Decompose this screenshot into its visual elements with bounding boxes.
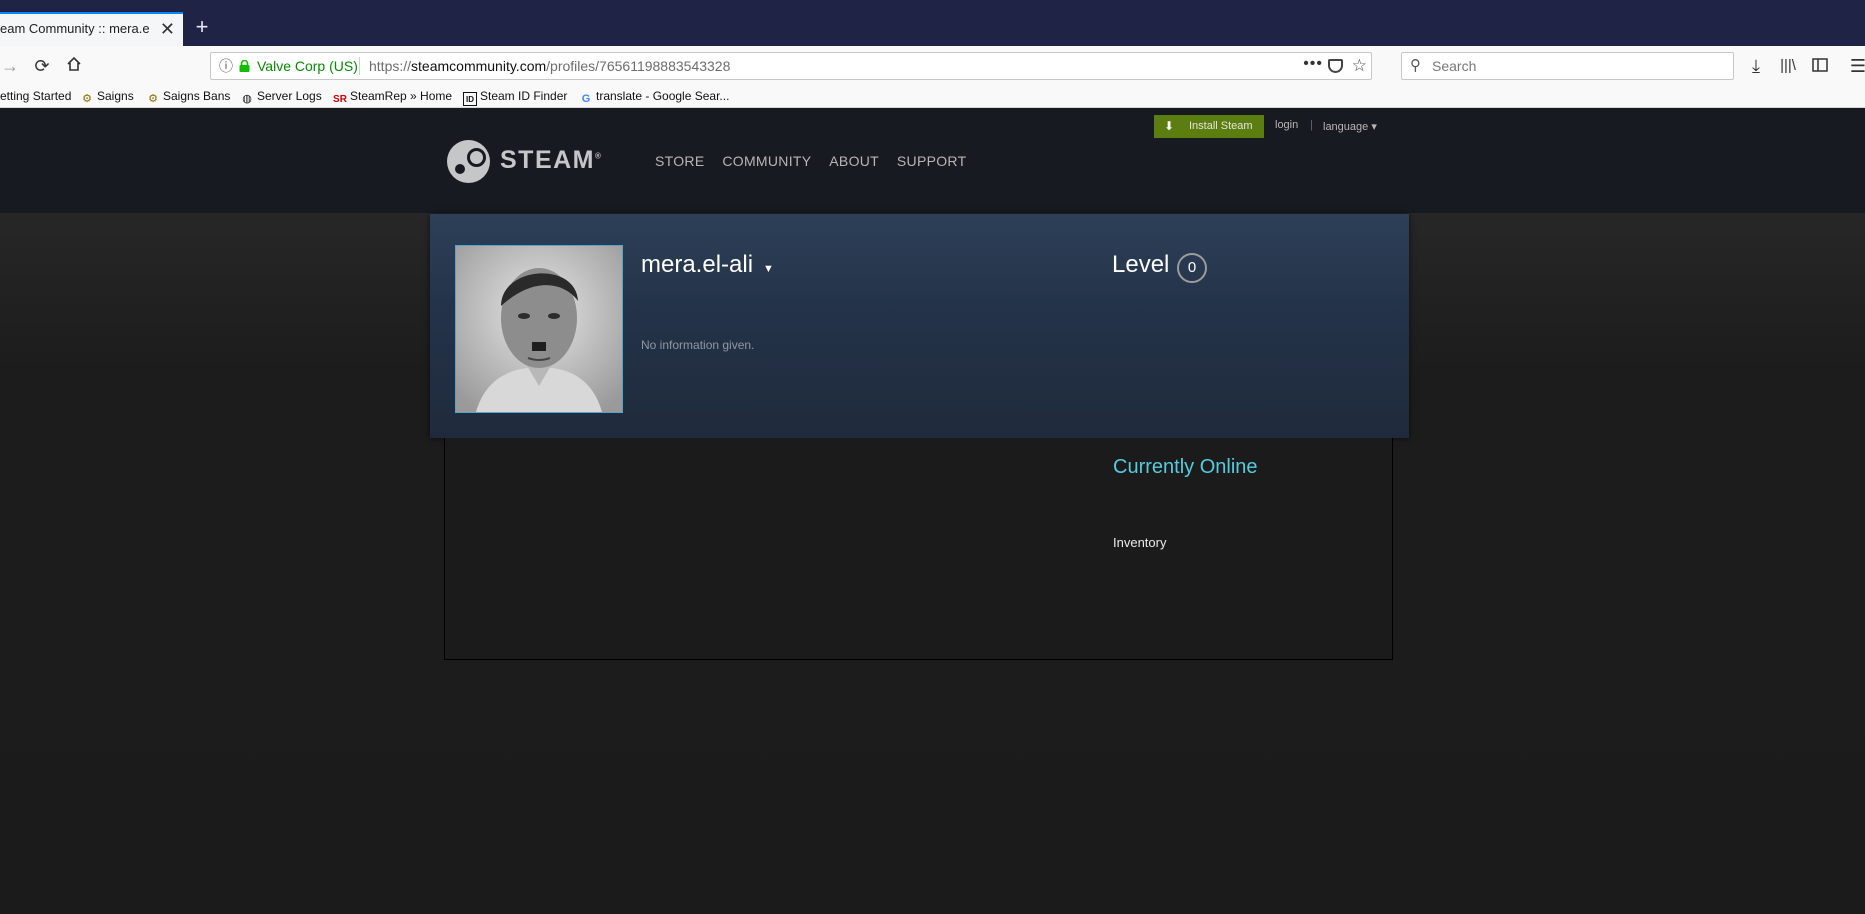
steam-logo-icon [447, 140, 490, 183]
nav-support[interactable]: SUPPORT [897, 153, 967, 169]
page-actions-icon[interactable]: ••• [1303, 51, 1323, 77]
level-badge[interactable]: 0 [1177, 253, 1207, 283]
profile-summary: No information given. [641, 338, 755, 352]
bookmark-server-logs[interactable]: ◍ Server Logs [240, 86, 322, 106]
bookmark-getting-started[interactable]: etting Started [0, 86, 71, 106]
bookmark-saigns[interactable]: ⚙ Saigns [80, 86, 134, 106]
url-bar[interactable]: ⓘ Valve Corp (US) https://steamcommunity… [210, 52, 1372, 80]
online-status: Currently Online [1113, 456, 1258, 478]
header-separator: | [1310, 119, 1313, 131]
info-icon[interactable]: ⓘ [219, 53, 235, 79]
site-identity[interactable]: Valve Corp (US) [257, 53, 358, 79]
nav-store[interactable]: STORE [655, 153, 704, 169]
library-icon[interactable]: |||\ [1776, 54, 1800, 78]
install-steam-button[interactable]: ⬇ Install Steam [1154, 115, 1264, 138]
globe-icon: ◍ [242, 93, 252, 105]
forward-icon[interactable]: → [0, 54, 22, 78]
browser-tab[interactable]: eam Community :: mera.el-al ✕ [0, 12, 183, 46]
level-label: Level [1112, 251, 1170, 278]
new-tab-button[interactable]: + [190, 14, 214, 40]
reload-icon[interactable]: ⟳ [30, 54, 54, 78]
inventory-link[interactable]: Inventory [1113, 535, 1166, 550]
browser-titlebar: eam Community :: mera.el-al ✕ + [0, 0, 1865, 46]
avatar[interactable] [455, 245, 623, 413]
google-icon: G [581, 93, 591, 105]
persona-dropdown-arrow[interactable]: ▼ [763, 263, 774, 275]
bookmark-translate[interactable]: Gtranslate - Google Sear... [579, 86, 730, 106]
nav-community[interactable]: COMMUNITY [722, 153, 811, 169]
menu-icon[interactable]: ☰ [1846, 54, 1865, 78]
url-text[interactable]: https://steamcommunity.com/profiles/7656… [369, 53, 730, 79]
avatar-image [456, 246, 622, 412]
bookmark-steam-id-finder[interactable]: ID Steam ID Finder [463, 86, 567, 106]
url-separator [359, 57, 360, 75]
steam-header: STEAM® STORE COMMUNITY ABOUT SUPPORT ⬇ I… [0, 109, 1865, 213]
download-icon: ⬇ [1164, 119, 1175, 133]
browser-navbar: → ⟳ ⓘ Valve Corp (US) https://steamcommu… [0, 46, 1865, 86]
search-placeholder: Search [1432, 58, 1477, 74]
id-icon: ID [463, 92, 477, 106]
profile-content: Currently Online Inventory [444, 438, 1393, 660]
bookmarks-toolbar: etting Started ⚙ Saigns ⚙ Saigns Bans ◍ Ser… [0, 86, 1865, 108]
bookmark-saigns-bans[interactable]: ⚙ Saigns Bans [146, 86, 230, 106]
gear-icon: ⚙ [148, 93, 158, 105]
login-link[interactable]: login [1275, 119, 1298, 131]
bookmark-star-icon[interactable]: ☆ [1352, 53, 1367, 79]
profile-header: mera.el-ali ▼ No information given. Leve… [430, 214, 1409, 438]
steam-wordmark: STEAM® [500, 146, 603, 174]
home-icon[interactable] [62, 54, 86, 78]
language-dropdown[interactable]: language ▾ [1323, 120, 1377, 133]
download-icon[interactable]: ⤓ [1744, 54, 1768, 78]
close-icon[interactable]: ✕ [160, 14, 175, 44]
persona-name: mera.el-ali [641, 251, 754, 278]
gear-icon: ⚙ [82, 93, 92, 105]
install-steam-label: Install Steam [1189, 120, 1253, 132]
lock-icon [239, 60, 250, 72]
steam-logo[interactable]: STEAM® [447, 138, 601, 184]
nav-about[interactable]: ABOUT [829, 153, 879, 169]
steam-main-nav: STORE COMMUNITY ABOUT SUPPORT [655, 153, 980, 169]
sr-icon: SR [333, 94, 347, 105]
tab-title: eam Community :: mera.el-al [0, 21, 150, 36]
bookmark-steamrep[interactable]: SR SteamRep » Home [333, 86, 452, 107]
search-bar[interactable]: ⚲ Search [1401, 52, 1734, 80]
pocket-icon[interactable] [1328, 59, 1343, 73]
search-icon: ⚲ [1410, 57, 1421, 74]
sidebar-icon[interactable] [1808, 54, 1832, 78]
